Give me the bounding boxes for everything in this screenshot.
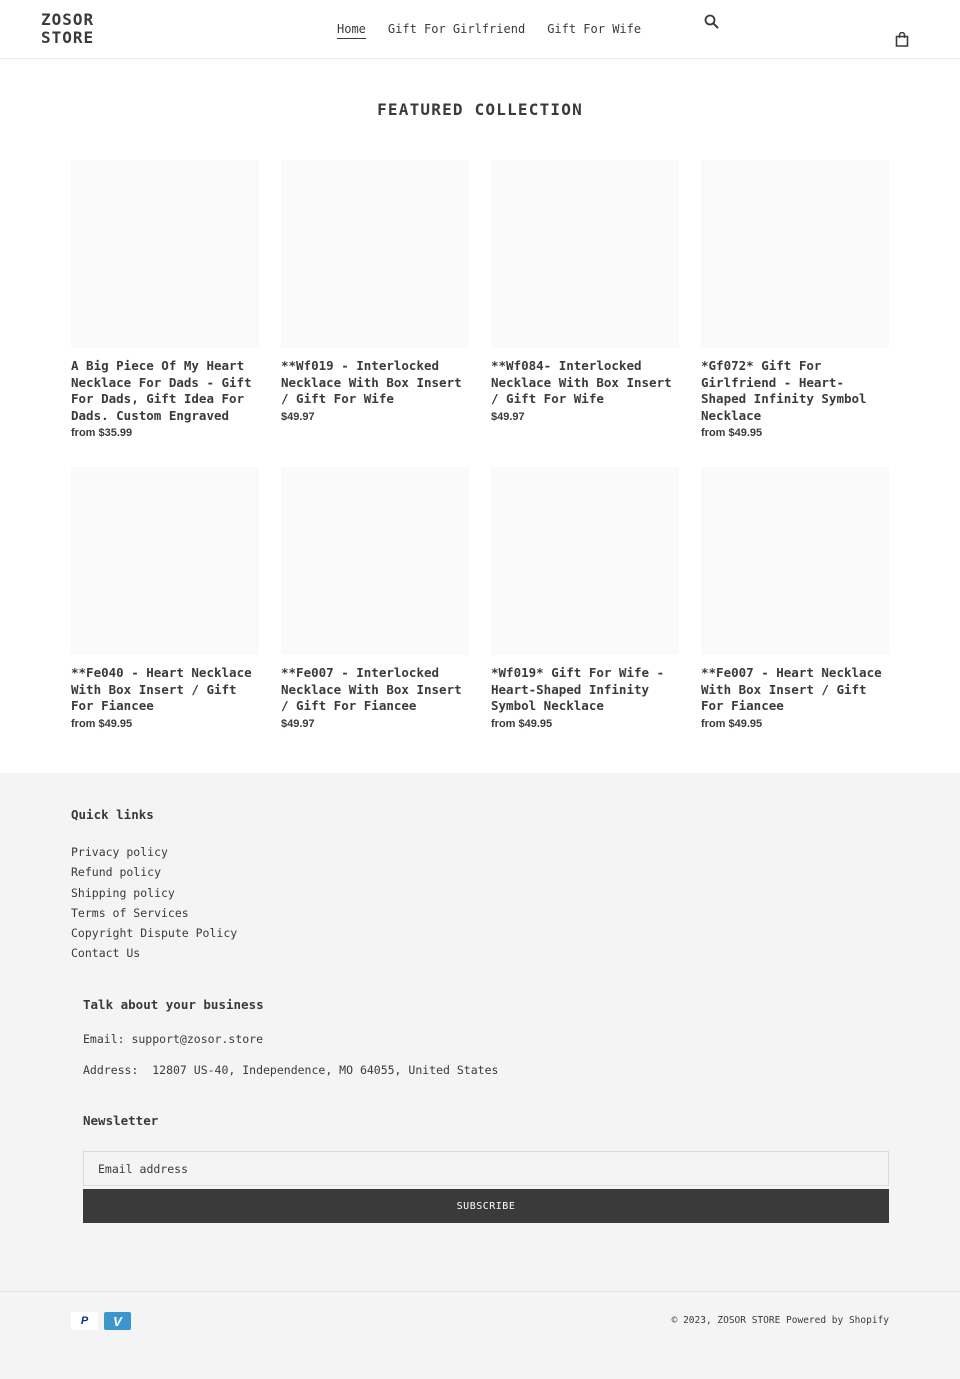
featured-collection-title: FEATURED COLLECTION [377,100,583,119]
business-address: Address: 12807 US-40, Independence, MO 6… [83,1063,499,1077]
product-image [71,467,259,655]
copyright: © 2023, ZOSOR STORE Powered by Shopify [672,1315,889,1326]
product-card[interactable]: *Gf072* Gift For Girlfriend - Heart-Shap… [701,160,889,440]
product-title: **Fe040 - Heart Necklace With Box Insert… [71,665,252,713]
newsletter-section: Newsletter SUBSCRIBE [83,1113,889,1223]
cart-button[interactable] [893,30,911,48]
subscribe-button[interactable]: SUBSCRIBE [83,1189,889,1223]
product-image [281,467,469,655]
nav-gift-for-girlfriend[interactable]: Gift For Girlfriend [388,21,525,39]
product-card[interactable]: **Wf019 - Interlocked Necklace With Box … [281,160,469,440]
business-heading: Talk about your business [83,997,264,1012]
search-icon [704,14,718,28]
product-title: *Gf072* Gift For Girlfriend - Heart-Shap… [701,358,867,423]
link-shipping-policy[interactable]: Shipping policy [71,886,175,900]
product-title: **Wf084- Interlocked Necklace With Box I… [491,358,672,406]
product-price: from $49.95 [491,717,553,730]
product-card[interactable]: **Fe007 - Heart Necklace With Box Insert… [701,467,889,731]
link-refund-policy[interactable]: Refund policy [71,865,161,879]
product-card[interactable]: *Wf019* Gift For Wife - Heart-Shaped Inf… [491,467,679,731]
business-info-section: Talk about your business Email: support@… [83,997,498,1077]
product-card[interactable]: **Fe040 - Heart Necklace With Box Insert… [71,467,259,731]
product-title: **Fe007 - Heart Necklace With Box Insert… [701,665,882,713]
nav-gift-for-wife[interactable]: Gift For Wife [547,21,641,39]
product-image [281,160,469,348]
product-title: **Fe007 - Interlocked Necklace With Box … [281,665,462,713]
product-image [701,467,889,655]
payment-icons: P V [71,1312,131,1330]
site-footer: Quick links Privacy policy Refund policy… [0,773,960,1379]
quick-links-section: Quick links Privacy policy Refund policy… [71,807,237,963]
product-title: *Wf019* Gift For Wife - Heart-Shaped Inf… [491,665,665,713]
business-email: Email: support@zosor.store [83,1032,264,1046]
paypal-icon: P [71,1312,98,1330]
product-image [71,160,259,348]
product-price: from $35.99 [71,427,133,439]
store-logo[interactable]: ZOSOR STORE [41,11,111,47]
quick-links-heading: Quick links [71,807,154,822]
link-copyright-dispute-policy[interactable]: Copyright Dispute Policy [71,926,237,940]
product-price: $49.97 [281,410,315,423]
main-nav: Home Gift For Girlfriend Gift For Wife [337,21,663,39]
search-button[interactable] [702,12,720,30]
shopping-bag-icon [895,31,909,47]
newsletter-heading: Newsletter [83,1113,159,1128]
copyright-link[interactable]: © 2023, ZOSOR STORE [672,1315,781,1326]
nav-home[interactable]: Home [337,21,366,39]
product-image [491,467,679,655]
link-terms-of-services[interactable]: Terms of Services [71,906,189,920]
footer-bottom: P V © 2023, ZOSOR STORE Powered by Shopi… [0,1291,960,1379]
product-price: $49.97 [491,410,525,423]
site-header: ZOSOR STORE Home Gift For Girlfriend Gif… [0,0,960,59]
product-grid-row-2: **Fe040 - Heart Necklace With Box Insert… [71,467,889,731]
product-price: from $49.95 [71,717,133,730]
product-image [701,160,889,348]
powered-by-shopify-link[interactable]: Powered by Shopify [786,1315,889,1326]
product-grid-row-1: A Big Piece Of My Heart Necklace For Dad… [71,160,889,440]
product-card[interactable]: **Wf084- Interlocked Necklace With Box I… [491,160,679,440]
link-contact-us[interactable]: Contact Us [71,946,140,960]
product-image [491,160,679,348]
product-title: A Big Piece Of My Heart Necklace For Dad… [71,358,252,423]
product-price: $49.97 [281,717,315,730]
link-privacy-policy[interactable]: Privacy policy [71,845,168,859]
quick-links-list: Privacy policy Refund policy Shipping po… [71,841,237,963]
venmo-icon: V [104,1312,131,1330]
product-price: from $49.95 [701,717,763,730]
product-price: from $49.95 [701,427,763,439]
product-title: **Wf019 - Interlocked Necklace With Box … [281,358,462,406]
product-card[interactable]: A Big Piece Of My Heart Necklace For Dad… [71,160,259,440]
newsletter-email-input[interactable] [83,1151,889,1186]
product-card[interactable]: **Fe007 - Interlocked Necklace With Box … [281,467,469,731]
